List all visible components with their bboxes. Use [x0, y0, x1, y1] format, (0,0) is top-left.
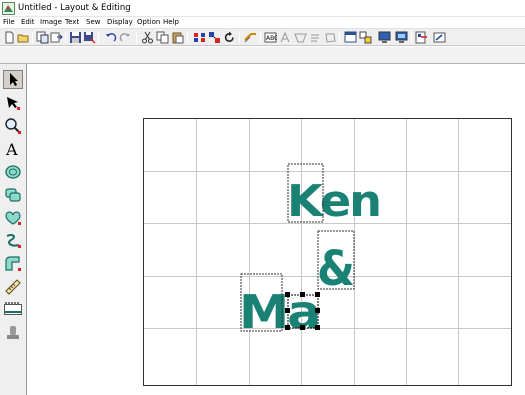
redo-icon[interactable] — [119, 31, 132, 44]
copy-icon[interactable] — [156, 31, 169, 44]
svg-text:ABC: ABC — [266, 35, 277, 42]
check-sewing-icon[interactable] — [324, 31, 337, 44]
menu-display[interactable]: Display — [107, 17, 133, 27]
undo-icon[interactable] — [104, 31, 117, 44]
object-properties-icon[interactable] — [359, 31, 372, 44]
sewing-attribute-icon[interactable] — [279, 31, 292, 44]
menu-text[interactable]: Text — [65, 17, 79, 27]
open-icon[interactable] — [17, 31, 30, 44]
property-bar — [0, 47, 525, 64]
embroidery-text-ampersand[interactable]: & — [317, 230, 355, 297]
group-icon[interactable] — [208, 31, 221, 44]
menu-sew[interactable]: Sew — [86, 17, 100, 27]
stitch-tool-icon[interactable] — [3, 208, 23, 227]
outline-tool-icon[interactable] — [3, 231, 23, 250]
menu-help[interactable]: Help — [163, 17, 179, 27]
write-icon[interactable] — [433, 31, 446, 44]
paste-icon[interactable] — [171, 31, 184, 44]
design-settings-icon[interactable] — [344, 31, 357, 44]
circle-tool-icon[interactable] — [3, 162, 23, 181]
realistic-preview-icon[interactable] — [395, 31, 408, 44]
stamp-tool-icon[interactable] — [3, 300, 23, 319]
save-as-icon[interactable] — [83, 31, 96, 44]
fill-tool-icon[interactable] — [3, 254, 23, 273]
mirror-icon[interactable] — [193, 31, 206, 44]
resize-handle — [285, 292, 290, 297]
embroidery-text-ken[interactable]: Ken — [287, 163, 382, 227]
resize-handle — [285, 308, 290, 313]
app-logo-icon[interactable] — [2, 2, 15, 15]
export-icon[interactable] — [50, 31, 63, 44]
measure-tool-icon[interactable] — [3, 277, 23, 296]
text-tool-icon[interactable]: A — [3, 139, 23, 158]
window-title: Untitled - Layout & Editing — [18, 3, 131, 13]
select-tool-icon[interactable] — [3, 70, 23, 89]
tool-palette: A — [0, 64, 27, 395]
menu-edit[interactable]: Edit — [21, 17, 35, 27]
cut-icon[interactable] — [141, 31, 154, 44]
new-icon[interactable] — [3, 31, 16, 44]
title-bar: Untitled - Layout & Editing — [0, 0, 525, 17]
resize-handle — [285, 325, 290, 330]
send-to-card-icon[interactable] — [415, 31, 428, 44]
embroidery-text-ma[interactable]: Ma — [239, 273, 321, 339]
design-text-ken: Ken — [287, 176, 380, 227]
menu-bar: File Edit Image Text Sew Display Option … — [0, 17, 525, 28]
resize-handle — [300, 325, 305, 330]
design-page[interactable]: Ken & Ma — [143, 118, 512, 386]
rotate-icon[interactable] — [223, 31, 236, 44]
preview-icon[interactable] — [378, 31, 391, 44]
text-attribute-icon[interactable]: ABC — [264, 31, 277, 44]
resize-handle — [315, 308, 320, 313]
save-icon[interactable] — [69, 31, 82, 44]
resize-handle — [315, 292, 320, 297]
resize-handle — [315, 325, 320, 330]
menu-image[interactable]: Image — [40, 17, 62, 27]
arrange-icon[interactable] — [244, 31, 257, 44]
rectangle-tool-icon[interactable] — [3, 185, 23, 204]
pattern-icon[interactable] — [294, 31, 307, 44]
main-toolbar: ABC — [0, 28, 525, 46]
zoom-tool-icon[interactable] — [3, 116, 23, 135]
point-edit-tool-icon[interactable] — [3, 93, 23, 112]
menu-file[interactable]: File — [3, 17, 15, 27]
resize-handle — [300, 292, 305, 297]
transfer-icon[interactable] — [309, 31, 322, 44]
import-icon[interactable] — [36, 31, 49, 44]
menu-option[interactable]: Option — [137, 17, 160, 27]
svg-text:A: A — [5, 140, 18, 158]
design-canvas[interactable]: Ken & Ma — [144, 119, 511, 385]
hoop-tool-icon[interactable] — [3, 323, 23, 342]
